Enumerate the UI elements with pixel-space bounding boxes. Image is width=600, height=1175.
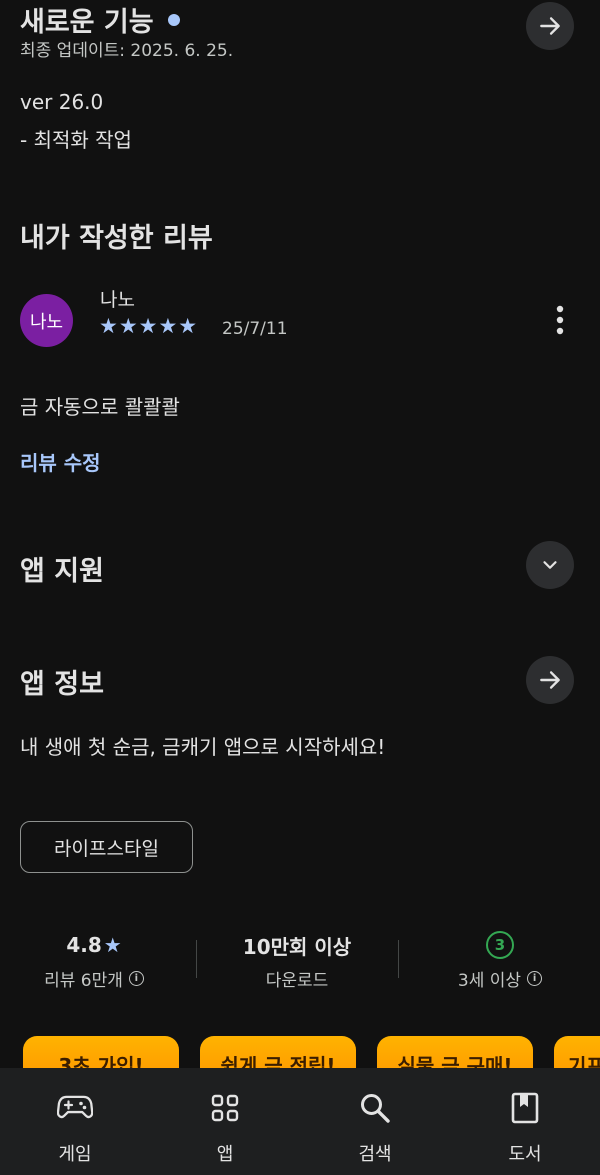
review-author: 나노 [100, 289, 135, 311]
nav-item-search[interactable]: 검색 [300, 1068, 450, 1175]
arrow-right-icon [540, 17, 560, 35]
avatar-text: 나노 [29, 311, 64, 333]
review-more-button[interactable] [544, 302, 576, 338]
age-badge-icon: 3 [486, 931, 514, 959]
whats-new-title: 새로운 기능 [20, 0, 180, 39]
edit-review-link[interactable]: 리뷰 수정 [20, 447, 101, 476]
age-badge-row: 3 [410, 928, 590, 962]
age-label: 3세 이상 [457, 971, 522, 991]
review-stars: ★★★★★ [99, 314, 199, 338]
whats-new-title-text: 새로운 기능 [20, 7, 154, 38]
update-note: - 최적화 작업 [20, 128, 132, 152]
age-label-row: 3세 이상 i [410, 966, 590, 991]
rating-value: 4.8 [66, 933, 102, 957]
avatar[interactable]: 나노 [20, 294, 73, 347]
review-date: 25/7/11 [222, 319, 288, 339]
bottom-navigation: 게임 앱 검색 도서 [0, 1068, 600, 1175]
nav-item-books[interactable]: 도서 [450, 1068, 600, 1175]
category-chip-label: 라이프스타일 [54, 837, 159, 860]
app-support-expand-button[interactable] [526, 541, 574, 589]
age-rating-stat[interactable]: 3 3세 이상 i [410, 928, 590, 991]
whats-new-arrow-button[interactable] [526, 2, 574, 50]
rating-label-row: 리뷰 6만개 i [4, 966, 184, 991]
apps-grid-icon [205, 1088, 245, 1128]
last-updated: 최종 업데이트: 2025. 6. 25. [20, 41, 234, 61]
app-description: 내 생애 첫 순금, 금캐기 앱으로 시작하세요! [20, 735, 386, 759]
stat-divider [196, 940, 197, 978]
version-text: ver 26.0 [20, 90, 104, 114]
category-chip[interactable]: 라이프스타일 [20, 821, 193, 873]
book-icon [505, 1088, 545, 1128]
my-review-title: 내가 작성한 리뷰 [20, 223, 213, 254]
nav-label-apps: 앱 [216, 1144, 234, 1165]
review-text: 금 자동으로 콸콸콸 [20, 395, 180, 419]
nav-label-search: 검색 [358, 1144, 392, 1165]
more-vert-icon [556, 305, 564, 335]
downloads-value: 10만회 이상 [242, 934, 352, 959]
search-icon [355, 1088, 395, 1128]
rating-stat[interactable]: 4.8 ★ 리뷰 6만개 i [4, 928, 184, 991]
downloads-stat: 10만회 이상 다운로드 [207, 928, 387, 992]
gamepad-icon [55, 1088, 95, 1128]
nav-label-books: 도서 [508, 1144, 542, 1165]
downloads-label: 다운로드 [265, 971, 329, 991]
app-info-arrow-button[interactable] [526, 656, 574, 704]
arrow-right-icon [540, 671, 560, 689]
chevron-down-icon [543, 561, 557, 569]
rating-star-icon: ★ [103, 933, 122, 957]
app-info-title: 앱 정보 [20, 669, 104, 700]
review-count: 리뷰 6만개 [44, 971, 123, 991]
nav-item-games[interactable]: 게임 [0, 1068, 150, 1175]
nav-label-games: 게임 [58, 1144, 92, 1165]
rating-value-row: 4.8 ★ [4, 928, 184, 962]
app-support-title: 앱 지원 [20, 556, 104, 587]
info-icon: i [527, 971, 543, 986]
nav-item-apps[interactable]: 앱 [150, 1068, 300, 1175]
new-dot-icon [167, 13, 180, 26]
stat-divider [398, 940, 399, 978]
info-icon: i [128, 971, 144, 986]
